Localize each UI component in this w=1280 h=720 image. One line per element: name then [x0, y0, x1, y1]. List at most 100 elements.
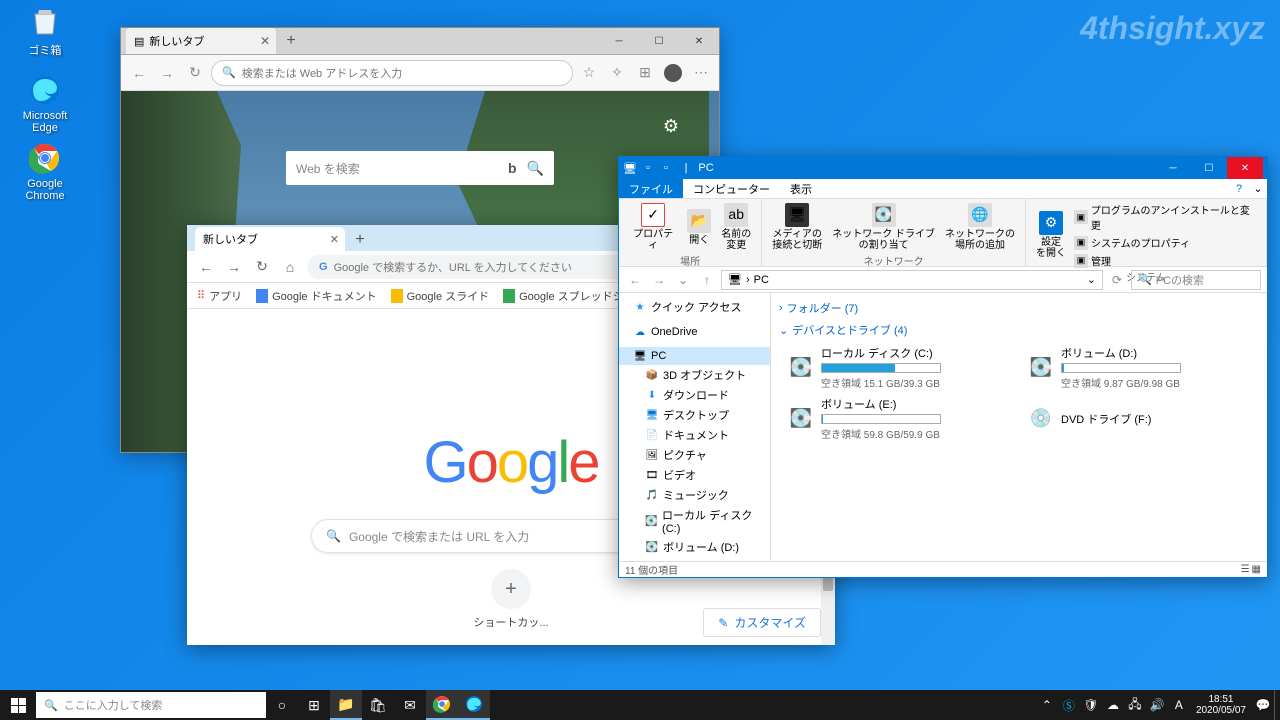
close-button[interactable]: ✕: [1227, 157, 1263, 179]
refresh-button[interactable]: ↻: [183, 61, 207, 85]
close-tab-icon[interactable]: ✕: [260, 34, 270, 48]
tray-network-icon[interactable]: 🖧: [1124, 690, 1146, 720]
action-center-icon[interactable]: 💬: [1252, 690, 1274, 720]
tree-onedrive[interactable]: ☁OneDrive: [619, 323, 770, 341]
back-button[interactable]: ←: [127, 61, 151, 85]
back-button[interactable]: ←: [195, 256, 217, 278]
refresh-button[interactable]: ⟳: [1107, 270, 1127, 290]
explorer-search[interactable]: 🔍PCの検索: [1131, 270, 1261, 290]
ribbon-media[interactable]: 🖥メディアの 接続と切断: [768, 201, 826, 253]
close-button[interactable]: ✕: [679, 28, 719, 55]
taskbar-explorer[interactable]: 📁: [330, 690, 362, 720]
chevron-down-icon[interactable]: ⌄: [1087, 273, 1096, 286]
tray-skype-icon[interactable]: Ⓢ: [1058, 690, 1080, 720]
bookmark-slides[interactable]: Google スライド: [391, 288, 490, 304]
tree-pc[interactable]: 🖥PC: [619, 347, 770, 365]
taskbar-edge[interactable]: [458, 690, 490, 720]
gear-icon[interactable]: ⚙: [663, 116, 679, 137]
favorite-icon[interactable]: ☆: [577, 61, 601, 85]
ribbon-map-drive[interactable]: 💽ネットワーク ドライブ の割り当て: [828, 201, 939, 253]
tree-videos[interactable]: 🎞ビデオ: [619, 465, 770, 485]
search-icon[interactable]: 🔍: [527, 160, 544, 177]
ribbon-open[interactable]: 📂開く: [683, 207, 715, 248]
tree-documents[interactable]: 📄ドキュメント: [619, 425, 770, 445]
tray-onedrive-icon[interactable]: ☁: [1102, 690, 1124, 720]
ribbon-uninstall[interactable]: ▣プログラムのアンインストールと変更: [1072, 201, 1260, 233]
taskbar-chrome[interactable]: [426, 690, 458, 720]
tree-quick-access[interactable]: ★クイック アクセス: [619, 297, 770, 317]
tree-desktop[interactable]: 🖥デスクトップ: [619, 405, 770, 425]
apps-button[interactable]: ⠿アプリ: [197, 288, 242, 304]
desktop-icon-chrome[interactable]: Google Chrome: [10, 140, 80, 202]
tree-local-disk-c[interactable]: 💽ローカル ディスク (C:): [619, 505, 770, 537]
minimize-button[interactable]: ─: [1155, 157, 1191, 179]
tree-pictures[interactable]: 🖼ピクチャ: [619, 445, 770, 465]
profile-icon[interactable]: [661, 61, 685, 85]
ribbon-add-network[interactable]: 🌐ネットワークの 場所の追加: [941, 201, 1019, 253]
view-tiles-icon[interactable]: ▦: [1252, 564, 1261, 575]
ribbon-tab-computer[interactable]: コンピューター: [683, 179, 780, 198]
task-view-button[interactable]: ⊞: [298, 690, 330, 720]
forward-button[interactable]: →: [223, 256, 245, 278]
favorites-bar-icon[interactable]: ✧: [605, 61, 629, 85]
drive-d[interactable]: 💽 ボリューム (D:) 空き領域 9.87 GB/9.98 GB: [1027, 345, 1247, 390]
section-devices[interactable]: ⌄デバイスとドライブ (4): [779, 319, 1259, 341]
qat-icon[interactable]: ▫: [641, 161, 655, 175]
minimize-button[interactable]: ─: [599, 28, 639, 55]
forward-button[interactable]: →: [155, 61, 179, 85]
close-tab-icon[interactable]: ✕: [330, 233, 339, 246]
tray-ime-icon[interactable]: A: [1168, 690, 1190, 720]
edge-address-bar[interactable]: 🔍 検索または Web アドレスを入力: [211, 60, 573, 86]
tree-volume-d[interactable]: 💽ボリューム (D:): [619, 537, 770, 557]
qat-icon[interactable]: ▫: [659, 161, 673, 175]
ribbon-collapse-icon[interactable]: ⌄: [1249, 179, 1267, 198]
tray-defender-icon[interactable]: 🛡: [1080, 690, 1102, 720]
menu-icon[interactable]: ⋯: [689, 61, 713, 85]
taskbar-store[interactable]: 🛍: [362, 690, 394, 720]
edge-ntp-search[interactable]: Web を検索 b 🔍: [286, 151, 554, 185]
forward-button[interactable]: →: [649, 270, 669, 290]
section-folders[interactable]: ›フォルダー (7): [779, 297, 1259, 319]
cortana-button[interactable]: ○: [266, 690, 298, 720]
desktop-icon-edge[interactable]: Microsoft Edge: [10, 72, 80, 134]
tray-overflow-icon[interactable]: ⌃: [1036, 690, 1058, 720]
ribbon-manage[interactable]: ▣管理: [1072, 252, 1260, 269]
taskbar-clock[interactable]: 18:51 2020/05/07: [1190, 694, 1252, 716]
desktop-icon-recycle-bin[interactable]: ゴミ箱: [10, 4, 80, 58]
recent-dropdown[interactable]: ⌄: [673, 270, 693, 290]
drive-c[interactable]: 💽 ローカル ディスク (C:) 空き領域 15.1 GB/39.3 GB: [787, 345, 1007, 390]
back-button[interactable]: ←: [625, 270, 645, 290]
home-button[interactable]: ⌂: [279, 256, 301, 278]
taskbar-mail[interactable]: ✉: [394, 690, 426, 720]
tree-downloads[interactable]: ⬇ダウンロード: [619, 385, 770, 405]
maximize-button[interactable]: ☐: [1191, 157, 1227, 179]
bookmark-docs[interactable]: Google ドキュメント: [256, 288, 377, 304]
drive-f-dvd[interactable]: 💿 DVD ドライブ (F:): [1027, 396, 1247, 441]
help-icon[interactable]: ?: [1229, 179, 1249, 198]
add-shortcut-button[interactable]: +: [491, 569, 531, 609]
view-details-icon[interactable]: ☰: [1241, 564, 1250, 575]
breadcrumb[interactable]: 🖥›PC⌄: [721, 270, 1103, 290]
chrome-tab[interactable]: 新しいタブ ✕: [195, 227, 345, 251]
show-desktop-button[interactable]: [1274, 690, 1280, 720]
up-button[interactable]: ↑: [697, 270, 717, 290]
new-tab-button[interactable]: +: [349, 229, 371, 251]
taskbar-search[interactable]: 🔍 ここに入力して検索: [36, 692, 266, 718]
ribbon-properties[interactable]: ✓プロパティ: [625, 201, 681, 253]
ribbon-settings[interactable]: ⚙設定 を開く: [1032, 209, 1070, 261]
customize-button[interactable]: ✎カスタマイズ: [703, 608, 821, 637]
tree-music[interactable]: 🎵ミュージック: [619, 485, 770, 505]
ribbon-tab-view[interactable]: 表示: [780, 179, 822, 198]
collections-icon[interactable]: ⊞: [633, 61, 657, 85]
tray-volume-icon[interactable]: 🔊: [1146, 690, 1168, 720]
new-tab-button[interactable]: +: [280, 30, 302, 52]
drive-e[interactable]: 💽 ボリューム (E:) 空き領域 59.8 GB/59.9 GB: [787, 396, 1007, 441]
maximize-button[interactable]: ☐: [639, 28, 679, 55]
refresh-button[interactable]: ↻: [251, 256, 273, 278]
edge-tab[interactable]: ▤ 新しいタブ ✕: [126, 28, 276, 54]
tree-3d-objects[interactable]: 📦3D オブジェクト: [619, 365, 770, 385]
tree-volume-e[interactable]: 💽ボリューム (E:): [619, 557, 770, 561]
ribbon-rename[interactable]: ab名前の 変更: [717, 201, 755, 253]
ribbon-tab-file[interactable]: ファイル: [619, 179, 683, 198]
start-button[interactable]: [0, 690, 36, 720]
